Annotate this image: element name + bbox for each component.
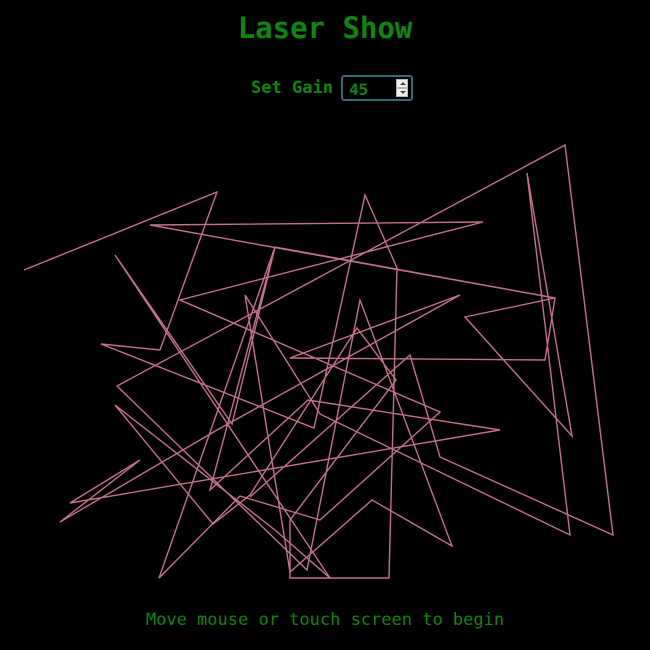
- gain-input[interactable]: [348, 79, 393, 99]
- gain-control: Set Gain: [0, 73, 650, 103]
- gain-field[interactable]: [340, 75, 413, 101]
- laser-path: [23, 143, 614, 579]
- instruction-text: Move mouse or touch screen to begin: [145, 610, 505, 630]
- spin-down-icon[interactable]: [395, 88, 408, 97]
- gain-label: Set Gain: [251, 78, 333, 98]
- laser-canvas[interactable]: [0, 120, 650, 600]
- spin-up-icon[interactable]: [395, 79, 408, 88]
- gain-spinner[interactable]: [395, 79, 408, 97]
- page-title: Laser Show: [237, 11, 413, 45]
